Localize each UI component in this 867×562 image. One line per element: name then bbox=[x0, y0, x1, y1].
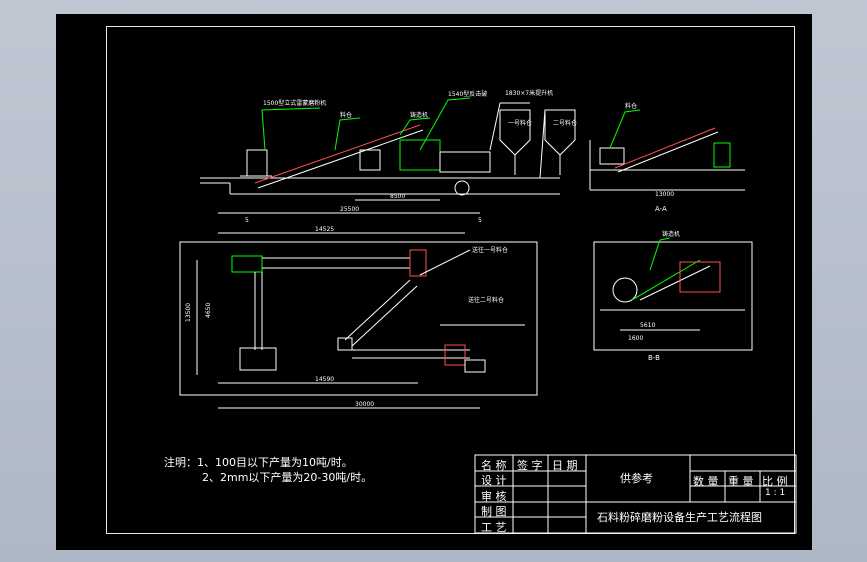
label-bb: 铸造机 bbox=[662, 230, 680, 238]
dim-elev-left: 5 bbox=[245, 217, 249, 224]
dim-plan-left-height: 13500 bbox=[185, 303, 192, 322]
label-feed-left: 料仓 bbox=[340, 111, 352, 119]
tb-scale: 比 例 bbox=[762, 475, 788, 488]
tb-row-craft: 工 艺 bbox=[481, 521, 507, 534]
label-silo2: 二号料仓 bbox=[553, 119, 577, 127]
dim-elev-right: 5 bbox=[478, 217, 482, 224]
section-bb-view bbox=[593, 237, 753, 351]
dim-bb-span1: 5610 bbox=[640, 322, 655, 329]
section-aa-view bbox=[589, 109, 745, 191]
tb-qty: 数 量 bbox=[693, 475, 719, 488]
notes-line2-row: 2、2mm以下产量为20-30吨/时。 bbox=[107, 470, 372, 485]
plan-view bbox=[179, 232, 538, 409]
dim-plan-total: 30000 bbox=[355, 401, 374, 408]
tb-scale-value: 1 : 1 bbox=[765, 488, 786, 498]
dim-bb-span2: 1600 bbox=[628, 335, 643, 342]
label-aa: 料仓 bbox=[625, 102, 637, 110]
elevation-view bbox=[200, 97, 576, 214]
label-crusher: 1540型反击破 bbox=[448, 90, 487, 98]
notes-line1-row: 注明：1、100目以下产量为10吨/时。 bbox=[107, 455, 372, 470]
label-silo: 1830×7米提升机 bbox=[505, 89, 553, 97]
dim-elev-total: 25500 bbox=[340, 206, 359, 213]
tb-row-check: 审 核 bbox=[481, 490, 507, 503]
tb-col-date: 日 期 bbox=[552, 459, 578, 472]
label-conveyor-note2: 送往二号料仓 bbox=[468, 296, 504, 304]
tb-weight: 重 量 bbox=[728, 475, 754, 488]
tb-drawing-title: 石料粉碎磨粉设备生产工艺流程图 bbox=[597, 511, 762, 524]
dim-plan-bottom: 14590 bbox=[315, 376, 334, 383]
label-belt1: 铸造机 bbox=[410, 111, 428, 119]
label-silo1: 一号料仓 bbox=[508, 119, 532, 127]
section-aa-label: A-A bbox=[655, 205, 667, 213]
dim-plan-top: 14525 bbox=[315, 226, 334, 233]
tb-row-draw: 制 图 bbox=[481, 505, 507, 518]
tb-row-design: 设 计 bbox=[481, 474, 507, 487]
dim-aa-span: 13000 bbox=[655, 191, 674, 198]
section-bb-label: B-B bbox=[648, 354, 660, 362]
notes-line2: 2、2mm以下产量为20-30吨/时。 bbox=[202, 471, 373, 484]
tb-col-name: 名 称 bbox=[481, 459, 507, 472]
notes-heading: 注明： bbox=[164, 456, 197, 469]
label-mill: 1500型立式雷蒙磨粉机 bbox=[263, 99, 326, 107]
notes-line1: 1、100目以下产量为10吨/时。 bbox=[197, 456, 353, 469]
dim-elev-mid: 8500 bbox=[390, 193, 405, 200]
notes: 注明：1、100目以下产量为10吨/时。 2、2mm以下产量为20-30吨/时。 bbox=[107, 455, 372, 485]
label-conveyor-note: 送往一号料仓 bbox=[472, 246, 508, 254]
dim-plan-mid-height: 4650 bbox=[205, 303, 212, 318]
tb-col-sign: 签 字 bbox=[517, 459, 543, 472]
tb-reference: 供参考 bbox=[620, 472, 653, 485]
